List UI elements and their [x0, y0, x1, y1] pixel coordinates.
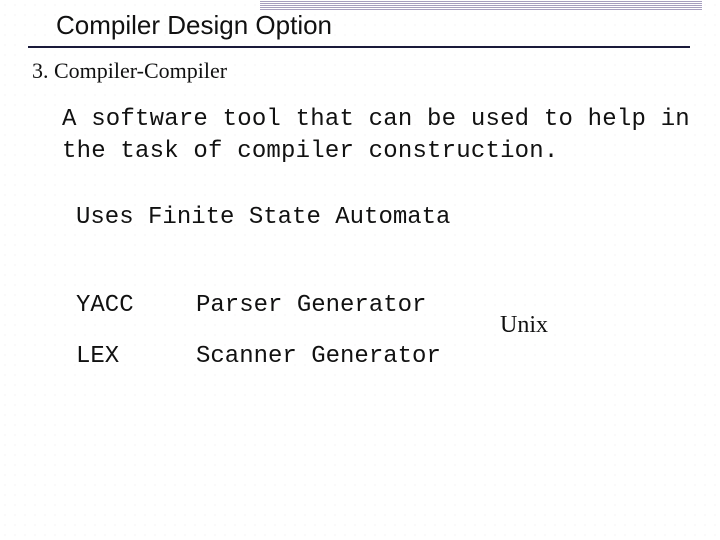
tool-row: YACC Parser Generator — [76, 292, 456, 319]
tool-desc: Parser Generator — [196, 292, 456, 319]
tools-list: YACC Parser Generator LEX Scanner Genera… — [76, 292, 456, 394]
tool-name: YACC — [76, 292, 196, 319]
section-heading: 3. Compiler-Compiler — [32, 58, 227, 84]
title-underline — [28, 46, 690, 48]
section-name: Compiler-Compiler — [54, 58, 227, 83]
tool-desc: Scanner Generator — [196, 343, 456, 370]
definition-text: A software tool that can be used to help… — [62, 104, 690, 169]
tool-name: LEX — [76, 343, 196, 370]
slide-title: Compiler Design Option — [56, 10, 332, 45]
note-text: Uses Finite State Automata — [76, 204, 450, 231]
slide: Compiler Design Option 3. Compiler-Compi… — [0, 0, 720, 540]
platform-label: Unix — [500, 312, 548, 339]
section-number: 3. — [32, 58, 49, 83]
tool-row: LEX Scanner Generator — [76, 343, 456, 370]
